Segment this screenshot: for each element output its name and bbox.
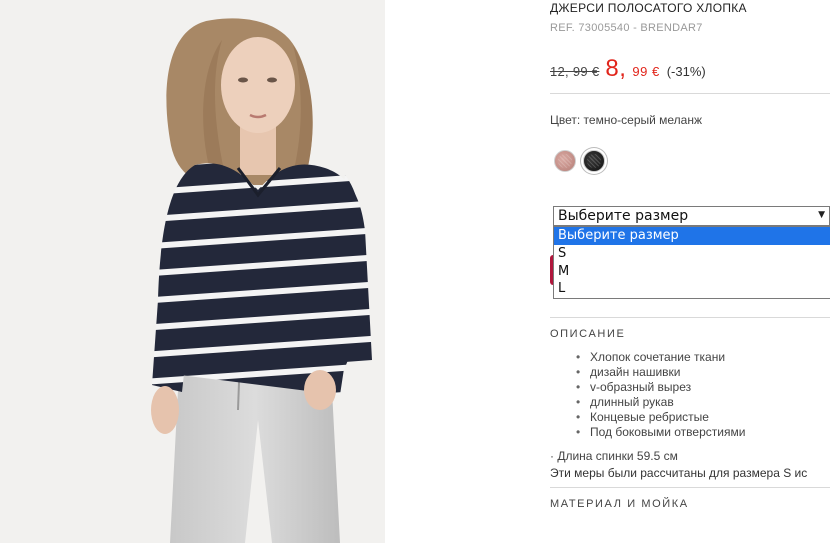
color-label: Цвет: темно-серый меланж: [550, 113, 703, 127]
list-item: Хлопок сочетание ткани: [574, 350, 745, 365]
description-list: Хлопок сочетание ткани дизайн нашивки v-…: [574, 350, 745, 440]
divider: [550, 487, 830, 488]
size-option-placeholder[interactable]: Выберите размер: [554, 227, 830, 245]
list-item: Под боковыми отверстиями: [574, 425, 745, 440]
size-option-l[interactable]: L: [554, 280, 830, 298]
size-option-m[interactable]: M: [554, 263, 830, 281]
product-photo[interactable]: [0, 0, 385, 543]
size-select[interactable]: Выберите размер ▼: [553, 206, 830, 226]
size-select-value: Выберите размер: [558, 208, 689, 224]
material-heading[interactable]: МАТЕРИАЛ И МОЙКА: [550, 498, 689, 510]
list-item: дизайн нашивки: [574, 365, 745, 380]
product-title: ДЖЕРСИ ПОЛОСАТОГО ХЛОПКА: [550, 1, 747, 15]
divider: [550, 317, 830, 318]
discount-badge: (-31%): [666, 64, 706, 79]
old-price: 12, 99 €: [550, 64, 600, 79]
description-heading[interactable]: ОПИСАНИЕ: [550, 328, 625, 340]
chevron-down-icon: ▼: [818, 210, 825, 220]
back-length: · Длина спинки 59.5 см: [550, 449, 678, 463]
list-item: длинный рукав: [574, 395, 745, 410]
sale-price-decimal: 99 €: [632, 64, 660, 79]
measurement-note: Эти меры были рассчитаны для размера S и…: [550, 466, 808, 480]
product-info: ДЖЕРСИ ПОЛОСАТОГО ХЛОПКА REF. 73005540 -…: [550, 0, 830, 543]
product-ref: REF. 73005540 - BRENDAR7: [550, 22, 703, 34]
color-swatch-dark-grey[interactable]: [583, 150, 605, 172]
divider: [550, 93, 830, 94]
size-dropdown-list: Выберите размер S M L: [553, 226, 830, 299]
model-illustration: [151, 18, 372, 543]
price-row: 12, 99 € 8, 99 € (-31%): [550, 55, 706, 87]
color-swatch-pink[interactable]: [554, 150, 576, 172]
list-item: Концевые ребристые: [574, 410, 745, 425]
list-item: v-образный вырез: [574, 380, 745, 395]
sale-price-integer: 8,: [605, 55, 627, 82]
size-option-s[interactable]: S: [554, 245, 830, 263]
